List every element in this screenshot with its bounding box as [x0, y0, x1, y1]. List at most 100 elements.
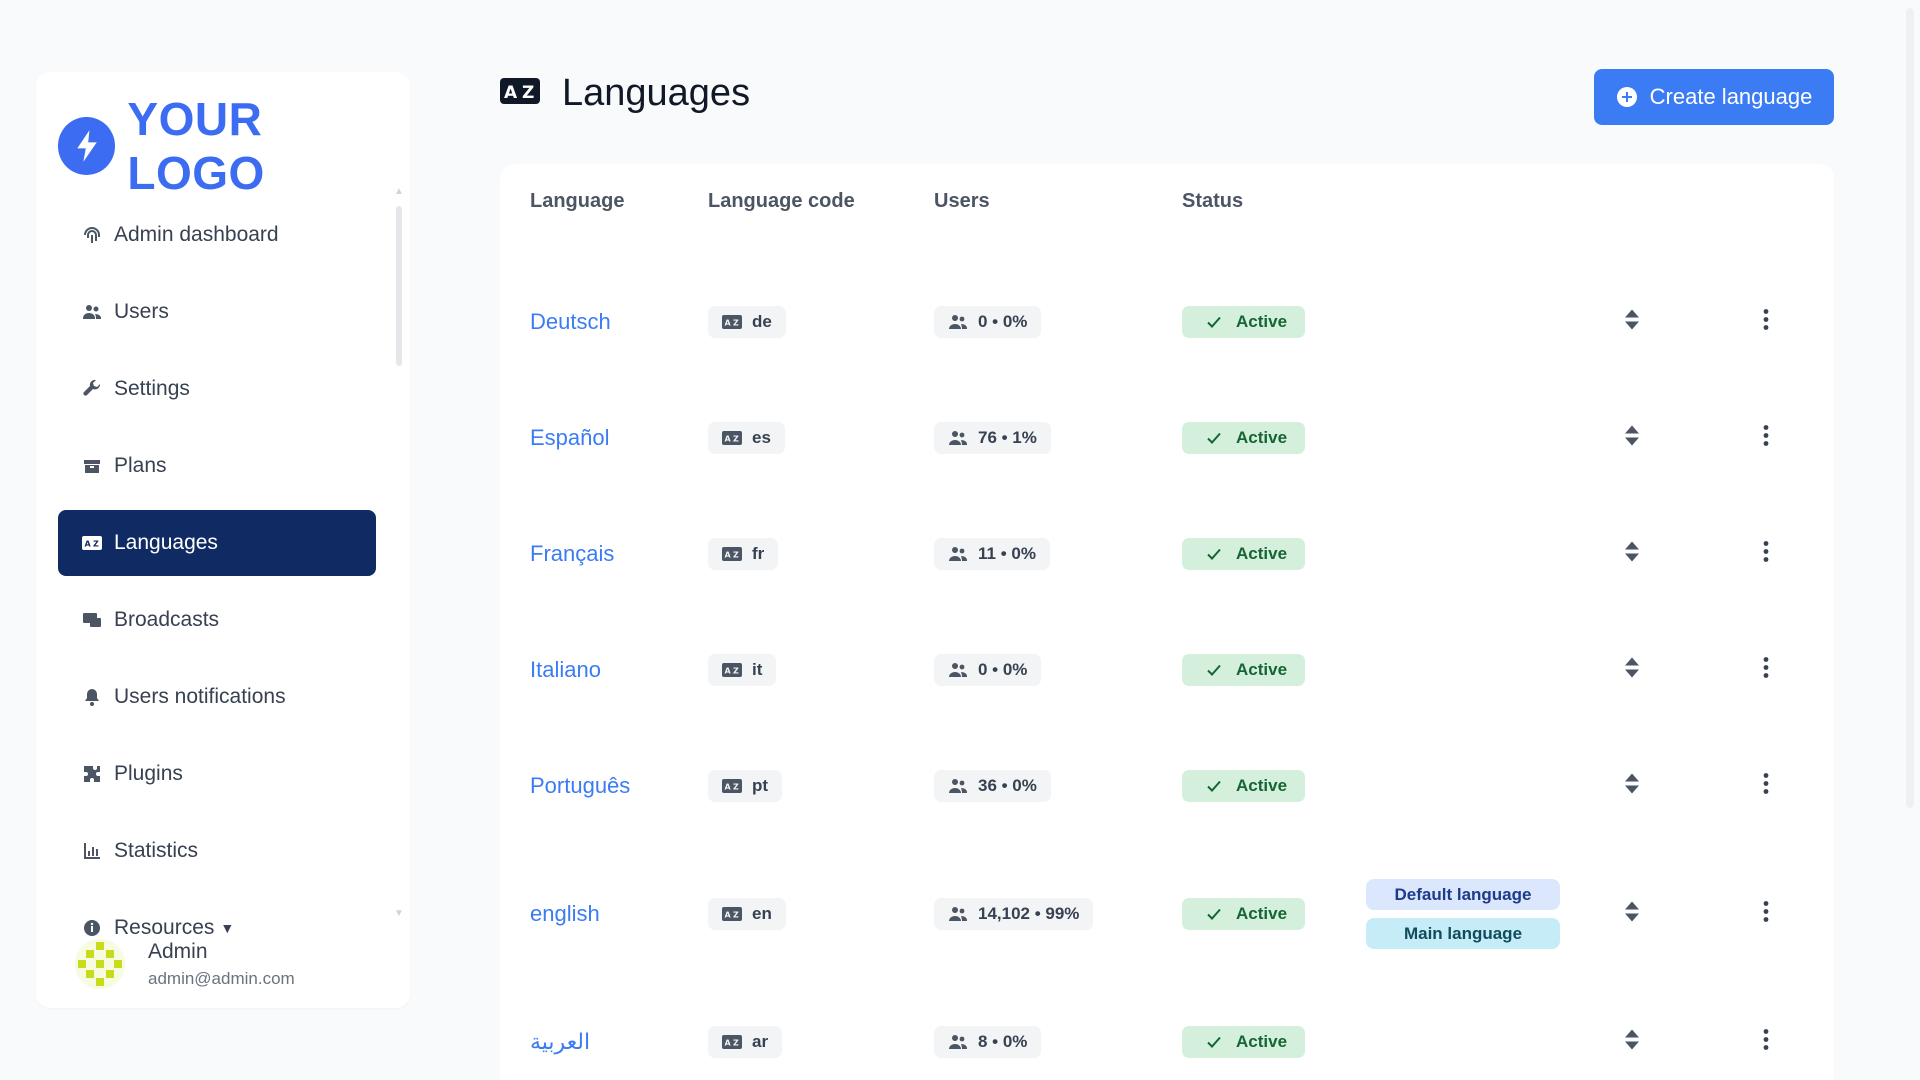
svg-text:A: A: [725, 319, 732, 328]
users-count: 0 • 0%: [978, 660, 1028, 679]
users-icon: [949, 907, 967, 921]
svg-text:Z: Z: [733, 319, 739, 328]
sidebar-item-statistics[interactable]: Statistics: [58, 818, 376, 884]
language-code-badge: AZ pt: [708, 770, 783, 802]
column-header-status[interactable]: Status: [1182, 190, 1243, 213]
status-label: Active: [1236, 776, 1288, 795]
row-actions-menu[interactable]: [1763, 657, 1769, 684]
column-header-language[interactable]: Language: [530, 190, 624, 213]
language-code: ar: [752, 1032, 769, 1051]
status-badge: Active: [1182, 898, 1306, 930]
page-scrollbar[interactable]: [1906, 8, 1914, 808]
row-actions-menu[interactable]: [1763, 773, 1769, 800]
page-title: Languages: [562, 72, 751, 114]
language-name-link[interactable]: Português: [530, 773, 630, 798]
sidebar-item-users-notifications[interactable]: Users notifications: [58, 664, 376, 730]
check-icon: [1207, 432, 1221, 444]
language-icon: AZ: [82, 536, 102, 550]
users-count-badge: 0 • 0%: [934, 654, 1042, 686]
sort-icon: [1625, 901, 1639, 922]
check-icon: [1207, 664, 1221, 676]
column-header-users[interactable]: Users: [934, 190, 990, 213]
scroll-up-arrow[interactable]: ▲: [394, 186, 404, 197]
language-code: it: [752, 660, 763, 679]
sidebar-item-admin-dashboard[interactable]: Admin dashboard: [58, 202, 376, 268]
sidebar-item-label: Users notifications: [114, 685, 286, 708]
language-icon: AZ: [722, 1035, 742, 1049]
sidebar-item-label: Statistics: [114, 839, 199, 862]
svg-text:A: A: [725, 667, 732, 676]
sidebar-item-plugins[interactable]: Plugins: [58, 741, 376, 807]
logo[interactable]: YOUR LOGO: [58, 92, 410, 200]
sort-handle[interactable]: [1624, 1029, 1640, 1056]
check-icon: [1207, 1036, 1221, 1048]
sort-handle[interactable]: [1624, 541, 1640, 568]
language-name-link[interactable]: Français: [530, 541, 614, 566]
sidebar-item-label: Admin dashboard: [114, 223, 279, 246]
svg-text:A: A: [725, 783, 732, 792]
status-badge: Active: [1182, 538, 1306, 570]
sidebar-item-label: Broadcasts: [114, 608, 220, 631]
language-code: de: [752, 312, 772, 331]
check-icon: [1207, 780, 1221, 792]
sort-handle[interactable]: [1624, 309, 1640, 336]
status-label: Active: [1236, 544, 1288, 563]
language-code-badge: AZ ar: [708, 1026, 783, 1058]
sidebar-item-languages[interactable]: AZ Languages: [58, 510, 376, 576]
sort-handle[interactable]: [1624, 657, 1640, 684]
sidebar-item-label: Users: [114, 300, 169, 323]
language-name-link[interactable]: english: [530, 901, 600, 926]
row-actions-menu[interactable]: [1763, 541, 1769, 568]
default-language-tag: Default language: [1366, 879, 1560, 910]
column-header-language-code[interactable]: Language code: [708, 190, 855, 213]
language-icon: AZ: [722, 779, 742, 793]
sidebar-item-settings[interactable]: Settings: [58, 356, 376, 422]
svg-text:Z: Z: [93, 540, 99, 549]
more-vertical-icon: [1763, 309, 1769, 330]
app: YOUR LOGO Admin dashboard Users Settings…: [0, 0, 1920, 1080]
table-row: العربية AZ ar 8 • 0% Active: [500, 984, 1834, 1080]
row-actions-menu[interactable]: [1763, 309, 1769, 336]
more-vertical-icon: [1763, 541, 1769, 562]
sidebar-item-users[interactable]: Users: [58, 279, 376, 345]
language-name-link[interactable]: Español: [530, 425, 610, 450]
svg-text:A: A: [504, 83, 518, 103]
more-vertical-icon: [1763, 657, 1769, 678]
table-row: Français AZ fr 11 • 0% Active: [500, 496, 1834, 612]
sidebar-item-plans[interactable]: Plans: [58, 433, 376, 499]
row-actions-menu[interactable]: [1763, 1029, 1769, 1056]
info-icon: [84, 920, 100, 936]
user-card[interactable]: Admin admin@admin.com: [74, 938, 295, 990]
language-name-link[interactable]: Italiano: [530, 657, 601, 682]
language-name-link[interactable]: العربية: [530, 1029, 590, 1054]
sort-icon: [1625, 1029, 1639, 1050]
chevron-down-icon: ▼: [220, 920, 235, 936]
language-code-badge: AZ de: [708, 306, 786, 338]
table-row: Deutsch AZ de 0 • 0% Active: [500, 264, 1834, 380]
lightning-icon: [58, 117, 116, 175]
sort-handle[interactable]: [1624, 425, 1640, 452]
users-count-badge: 0 • 0%: [934, 306, 1042, 338]
language-icon: AZ: [722, 547, 742, 561]
sidebar-item-broadcasts[interactable]: Broadcasts: [58, 587, 376, 653]
row-actions-menu[interactable]: [1763, 901, 1769, 928]
create-language-button[interactable]: Create language: [1594, 69, 1834, 125]
language-icon: AZ: [722, 315, 742, 329]
table-row: english AZ en 14,102 • 99% Active Defaul…: [500, 844, 1834, 984]
more-vertical-icon: [1763, 773, 1769, 794]
sort-handle[interactable]: [1624, 901, 1640, 928]
users-count-badge: 8 • 0%: [934, 1026, 1042, 1058]
row-actions-menu[interactable]: [1763, 425, 1769, 452]
sort-icon: [1625, 309, 1639, 330]
language-name-link[interactable]: Deutsch: [530, 309, 611, 334]
users-icon: [949, 1035, 967, 1049]
wrench-icon: [83, 379, 101, 396]
sort-handle[interactable]: [1624, 773, 1640, 800]
scroll-down-arrow[interactable]: ▼: [394, 908, 404, 919]
language-code: pt: [752, 776, 769, 795]
language-code-badge: AZ en: [708, 898, 786, 930]
language-icon: AZ: [722, 663, 742, 677]
sidebar-nav: Admin dashboard Users Settings Plans AZ …: [58, 202, 376, 978]
sidebar-scrollbar[interactable]: [396, 206, 402, 366]
users-icon: [949, 779, 967, 793]
